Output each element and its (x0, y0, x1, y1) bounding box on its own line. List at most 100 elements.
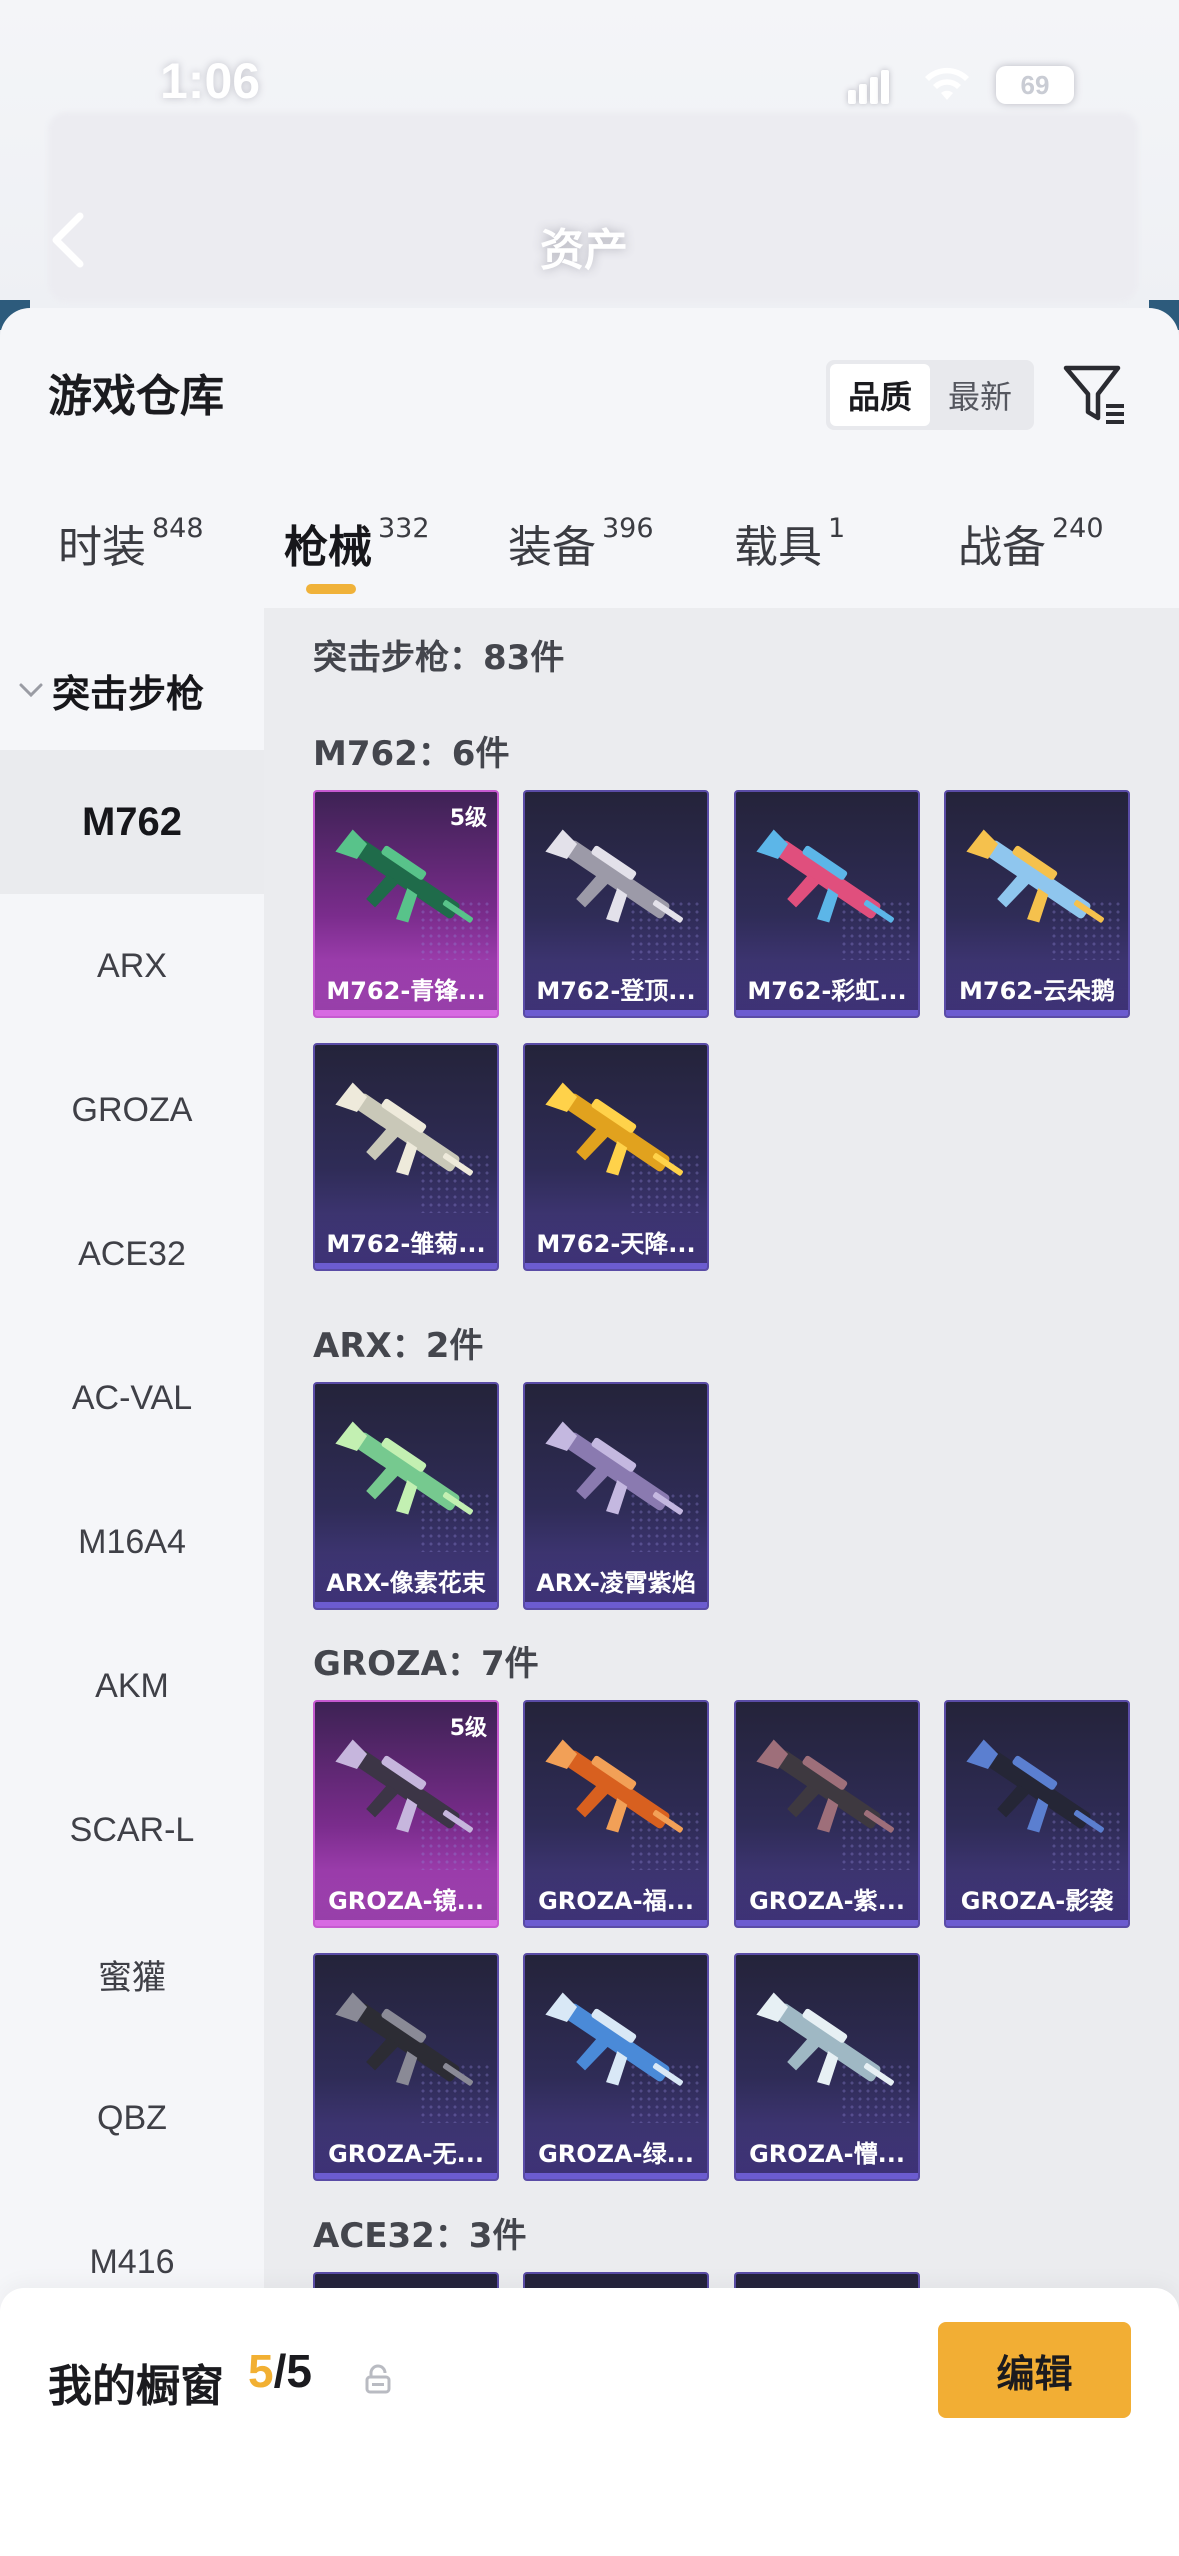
sidebar-item-[interactable]: 蜜獾 (0, 1902, 264, 2046)
showcase-bar: 我的橱窗 5/5 编辑 (0, 2288, 1179, 2556)
weapon-skin-image (335, 1082, 473, 1176)
tab-firearms[interactable]: 枪械 332 (284, 500, 430, 600)
category-tabs: 时装 848 枪械 332 装备 396 载具 1 战备 240 (0, 500, 1179, 610)
group-title: M762：6件 (313, 734, 510, 774)
weapon-card[interactable]: M762-登顶... (523, 790, 709, 1018)
weapon-image (329, 1975, 489, 2115)
tab-count: 396 (602, 513, 654, 544)
weapon-image (750, 1722, 910, 1862)
category-group-assault-rifle[interactable]: 突击步枪 (18, 660, 204, 720)
group-title: ACE32：3件 (313, 2216, 527, 2256)
weapon-image (539, 1722, 699, 1862)
weapon-card[interactable]: M762-天降... (523, 1043, 709, 1271)
filter-icon[interactable] (1062, 360, 1128, 428)
weapon-skin-image (545, 1992, 683, 2086)
weapon-card[interactable]: M762-雏菊... (313, 1043, 499, 1271)
weapon-card[interactable]: ARX-像素花束 (313, 1382, 499, 1610)
weapon-name: GROZA-镜... (315, 1870, 497, 1926)
tab-count: 1 (828, 513, 846, 544)
weapon-card[interactable]: 5级 GROZA-镜... (313, 1700, 499, 1928)
category-group-label: 突击步枪 (52, 671, 205, 716)
sidebar-item-ace32[interactable]: ACE32 (0, 1182, 264, 1326)
sort-toggle: 品质 最新 (826, 360, 1034, 430)
weapon-name: GROZA-福... (525, 1870, 707, 1926)
weapon-image (960, 1722, 1120, 1862)
tab-fashion[interactable]: 时装 848 (58, 500, 204, 600)
edit-button[interactable]: 编辑 (938, 2322, 1131, 2418)
weapon-card[interactable]: M762-彩虹... (734, 790, 920, 1018)
weapon-name: ARX-像素花束 (315, 1552, 497, 1608)
weapon-name: M762-雏菊... (315, 1213, 497, 1269)
sidebar-item-scar-l[interactable]: SCAR-L (0, 1758, 264, 1902)
nav-title: 资产 (540, 225, 628, 276)
weapon-skin-image (545, 1082, 683, 1176)
battery-icon: 69 (996, 66, 1074, 104)
sidebar-item-qbz[interactable]: QBZ (0, 2046, 264, 2190)
weapon-image (539, 1404, 699, 1544)
weapon-name: GROZA-无... (315, 2123, 497, 2179)
showcase-label: 我的橱窗 (48, 2361, 224, 2412)
weapon-card[interactable]: GROZA-无... (313, 1953, 499, 2181)
level-badge: 5级 (449, 1716, 487, 1741)
sheet-title: 游戏仓库 (48, 371, 224, 422)
showcase-current: 5 (248, 2345, 274, 2397)
weapon-name: M762-天降... (525, 1213, 707, 1269)
level-badge: 5级 (449, 806, 487, 831)
weapon-name: GROZA-紫... (736, 1870, 918, 1926)
sidebar-item-akm[interactable]: AKM (0, 1614, 264, 1758)
tab-count: 332 (378, 513, 430, 544)
weapon-image (329, 1065, 489, 1205)
status-time: 1:06 (160, 53, 261, 109)
weapon-card[interactable]: GROZA-福... (523, 1700, 709, 1928)
weapon-name: M762-青锋... (315, 960, 497, 1016)
tab-battle-prep[interactable]: 战备 240 (958, 500, 1104, 600)
weapon-name: M762-彩虹... (736, 960, 918, 1016)
weapon-skin-image (335, 1992, 473, 2086)
tab-label: 载具 (734, 522, 822, 573)
sort-quality-button[interactable]: 品质 (830, 364, 930, 426)
chevron-down-icon (19, 683, 43, 698)
tab-equipment[interactable]: 装备 396 (508, 500, 654, 600)
active-tab-indicator (306, 584, 356, 594)
weapon-card[interactable]: GROZA-懵... (734, 1953, 920, 2181)
weapon-skin-image (756, 829, 894, 923)
tab-vehicles[interactable]: 载具 1 (734, 500, 845, 600)
sidebar-item-ac-val[interactable]: AC-VAL (0, 1326, 264, 1470)
group-title: ARX：2件 (313, 1326, 484, 1366)
weapon-image (539, 1975, 699, 2115)
sidebar-item-groza[interactable]: GROZA (0, 1038, 264, 1182)
group-title: GROZA：7件 (313, 1644, 539, 1684)
lock-icon (365, 2364, 391, 2394)
weapon-card[interactable]: GROZA-紫... (734, 1700, 920, 1928)
tab-label: 枪械 (284, 522, 372, 573)
weapon-card[interactable]: 5级 M762-青锋... (313, 790, 499, 1018)
weapon-card[interactable]: GROZA-绿... (523, 1953, 709, 2181)
weapon-skin-image (756, 1739, 894, 1833)
sidebar-item-m16a4[interactable]: M16A4 (0, 1470, 264, 1614)
tab-label: 战备 (958, 522, 1046, 573)
sort-newest-button[interactable]: 最新 (930, 364, 1030, 426)
weapon-card[interactable]: M762-云朵鹅 (944, 790, 1130, 1018)
weapon-image (539, 812, 699, 952)
showcase-count: 5/5 (248, 2344, 312, 2398)
weapon-name: M762-登顶... (525, 960, 707, 1016)
sidebar-item-m762[interactable]: M762 (0, 750, 264, 894)
section-total: 突击步枪：83件 (313, 638, 565, 678)
weapon-card[interactable]: ARX-凌霄紫焰 (523, 1382, 709, 1610)
weapon-card[interactable]: GROZA-影袭 (944, 1700, 1130, 1928)
tab-count: 240 (1052, 513, 1104, 544)
weapon-image (539, 1065, 699, 1205)
tab-label: 时装 (58, 522, 146, 573)
weapon-image (329, 1722, 489, 1862)
weapon-skin-image (545, 1421, 683, 1515)
weapon-skin-image (545, 1739, 683, 1833)
weapon-skin-image (335, 829, 473, 923)
tab-count: 848 (152, 513, 204, 544)
weapon-name: GROZA-影袭 (946, 1870, 1128, 1926)
weapon-skin-image (545, 829, 683, 923)
weapon-image (329, 1404, 489, 1544)
sidebar-item-arx[interactable]: ARX (0, 894, 264, 1038)
back-chevron-icon[interactable] (48, 210, 88, 270)
cellular-signal-icon (848, 70, 890, 104)
wifi-icon (922, 64, 972, 104)
